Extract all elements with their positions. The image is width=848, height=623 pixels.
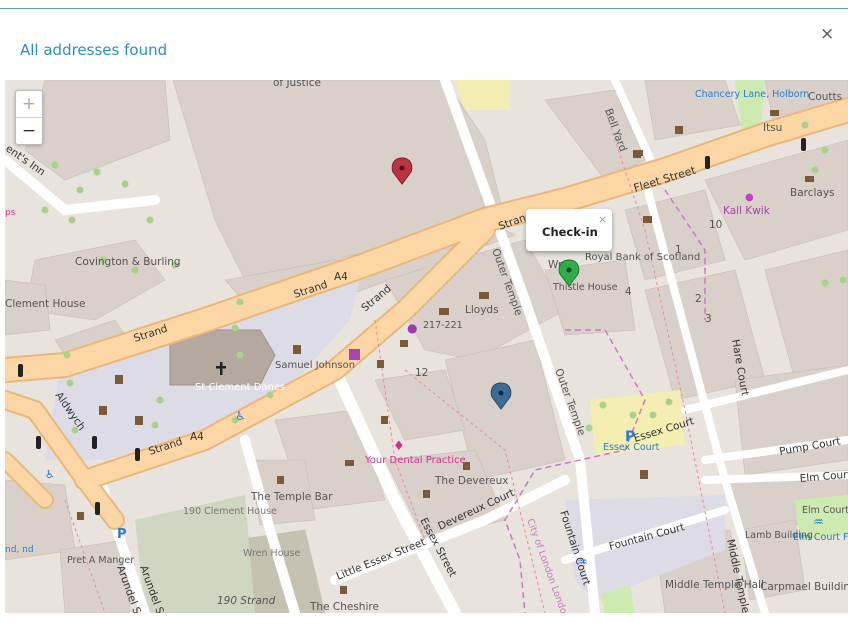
cafe-icon: [463, 462, 470, 470]
label-a4-2: A4: [190, 431, 204, 443]
memorial-icon: [115, 375, 123, 384]
label-samuel-johnson: Samuel Johnson: [275, 360, 355, 371]
cafe-icon: [400, 340, 408, 347]
bank-icon: [805, 176, 814, 182]
popup-text: Check-in: [542, 225, 598, 239]
label-dental: Your Dental Practice: [364, 455, 466, 466]
label-lamb-building: Lamb Building: [745, 530, 813, 541]
memorial-icon: [99, 406, 107, 415]
label-clement-house: Clement House: [5, 298, 85, 310]
bank-icon: [479, 292, 489, 299]
teapot-icon: ●: [407, 321, 417, 335]
zoom-in-button[interactable]: +: [16, 91, 42, 118]
marker-popup: Check-in ×: [526, 209, 612, 251]
cafe-icon: [77, 512, 84, 520]
label-devereux: The Devereux: [434, 475, 509, 487]
zoom-control: + −: [15, 90, 43, 145]
cafe-icon: [381, 416, 388, 424]
label-one: 1: [675, 244, 682, 256]
cafe-icon: [377, 360, 384, 368]
bicycle-icon: ♿: [235, 409, 246, 423]
shelter-icon: [640, 470, 648, 479]
label-barclays: Barclays: [790, 187, 835, 199]
cafe-icon: [340, 586, 347, 594]
cafe-icon: [423, 490, 430, 498]
label-itsu: Itsu: [763, 122, 782, 134]
dental-icon: ♦: [393, 439, 405, 454]
dialog-title: All addresses found: [20, 41, 168, 59]
fountain-icon: ♒: [813, 515, 824, 529]
label-chancery: Chancery Lane, Holborn: [695, 89, 809, 100]
label-nd: nd, nd: [5, 545, 34, 555]
parking-icon: P: [117, 527, 127, 542]
label-kall-kwik: Kall Kwik: [723, 205, 771, 217]
fountain-icon: ♒: [577, 555, 588, 569]
label-coutts: Coutts: [808, 91, 842, 103]
label-elm-court-2: Elm Court: [802, 505, 848, 516]
label-190-strand: 190 Strand: [217, 595, 276, 607]
fast-food-icon: [770, 110, 779, 116]
top-accent-line: [0, 8, 848, 9]
label-clement-190: 190 Clement House: [183, 506, 277, 517]
cafe-icon: [643, 216, 652, 223]
bicycle-icon: ♿: [45, 468, 55, 481]
label-justice: of Justice: [273, 80, 321, 89]
label-temple-bar: The Temple Bar: [250, 491, 333, 503]
label-st-clement: St Clement Danes: [195, 382, 285, 393]
cafe-icon: [277, 476, 284, 484]
label-two: 2: [695, 293, 702, 305]
shop-icon: ●: [745, 192, 754, 203]
label-parking: P: [625, 429, 635, 445]
zoom-out-button[interactable]: −: [16, 118, 42, 144]
label-four: 4: [625, 286, 632, 298]
label-middle-temple-hall: Middle Temple Hall: [665, 579, 764, 591]
memorial-icon: [135, 416, 143, 425]
label-lloyds: Lloyds: [465, 304, 499, 316]
popup-close-icon[interactable]: ×: [598, 213, 607, 226]
bank-icon: [439, 308, 449, 315]
shelter-icon: [637, 150, 643, 156]
label-a4-1: A4: [334, 271, 348, 283]
label-three: 3: [705, 313, 712, 325]
map-canvas[interactable]: of Justice Chancery Lane, Holborn Coutts…: [5, 80, 848, 613]
label-carpmael: Carpmael Building: [760, 581, 848, 593]
map-view[interactable]: of Justice Chancery Lane, Holborn Coutts…: [5, 80, 848, 613]
close-icon[interactable]: ×: [820, 24, 834, 44]
label-twelve: 12: [415, 367, 428, 379]
label-covington: Covington & Burling: [75, 256, 181, 268]
label-217: 217-221: [423, 320, 463, 331]
label-ps: ps: [5, 208, 16, 218]
label-wren-house: Wren House: [243, 548, 300, 559]
newsagent-icon: [349, 349, 360, 360]
label-thistle-house: Thistle House: [552, 282, 618, 293]
label-cheshire: The Cheshire: [309, 601, 379, 613]
fast-food-icon: [345, 460, 354, 466]
label-royal-bank: Royal Bank of Scotland: [585, 252, 700, 263]
memorial-icon: [293, 345, 301, 354]
label-ten: 10: [709, 219, 722, 231]
cafe-icon: [675, 126, 683, 134]
